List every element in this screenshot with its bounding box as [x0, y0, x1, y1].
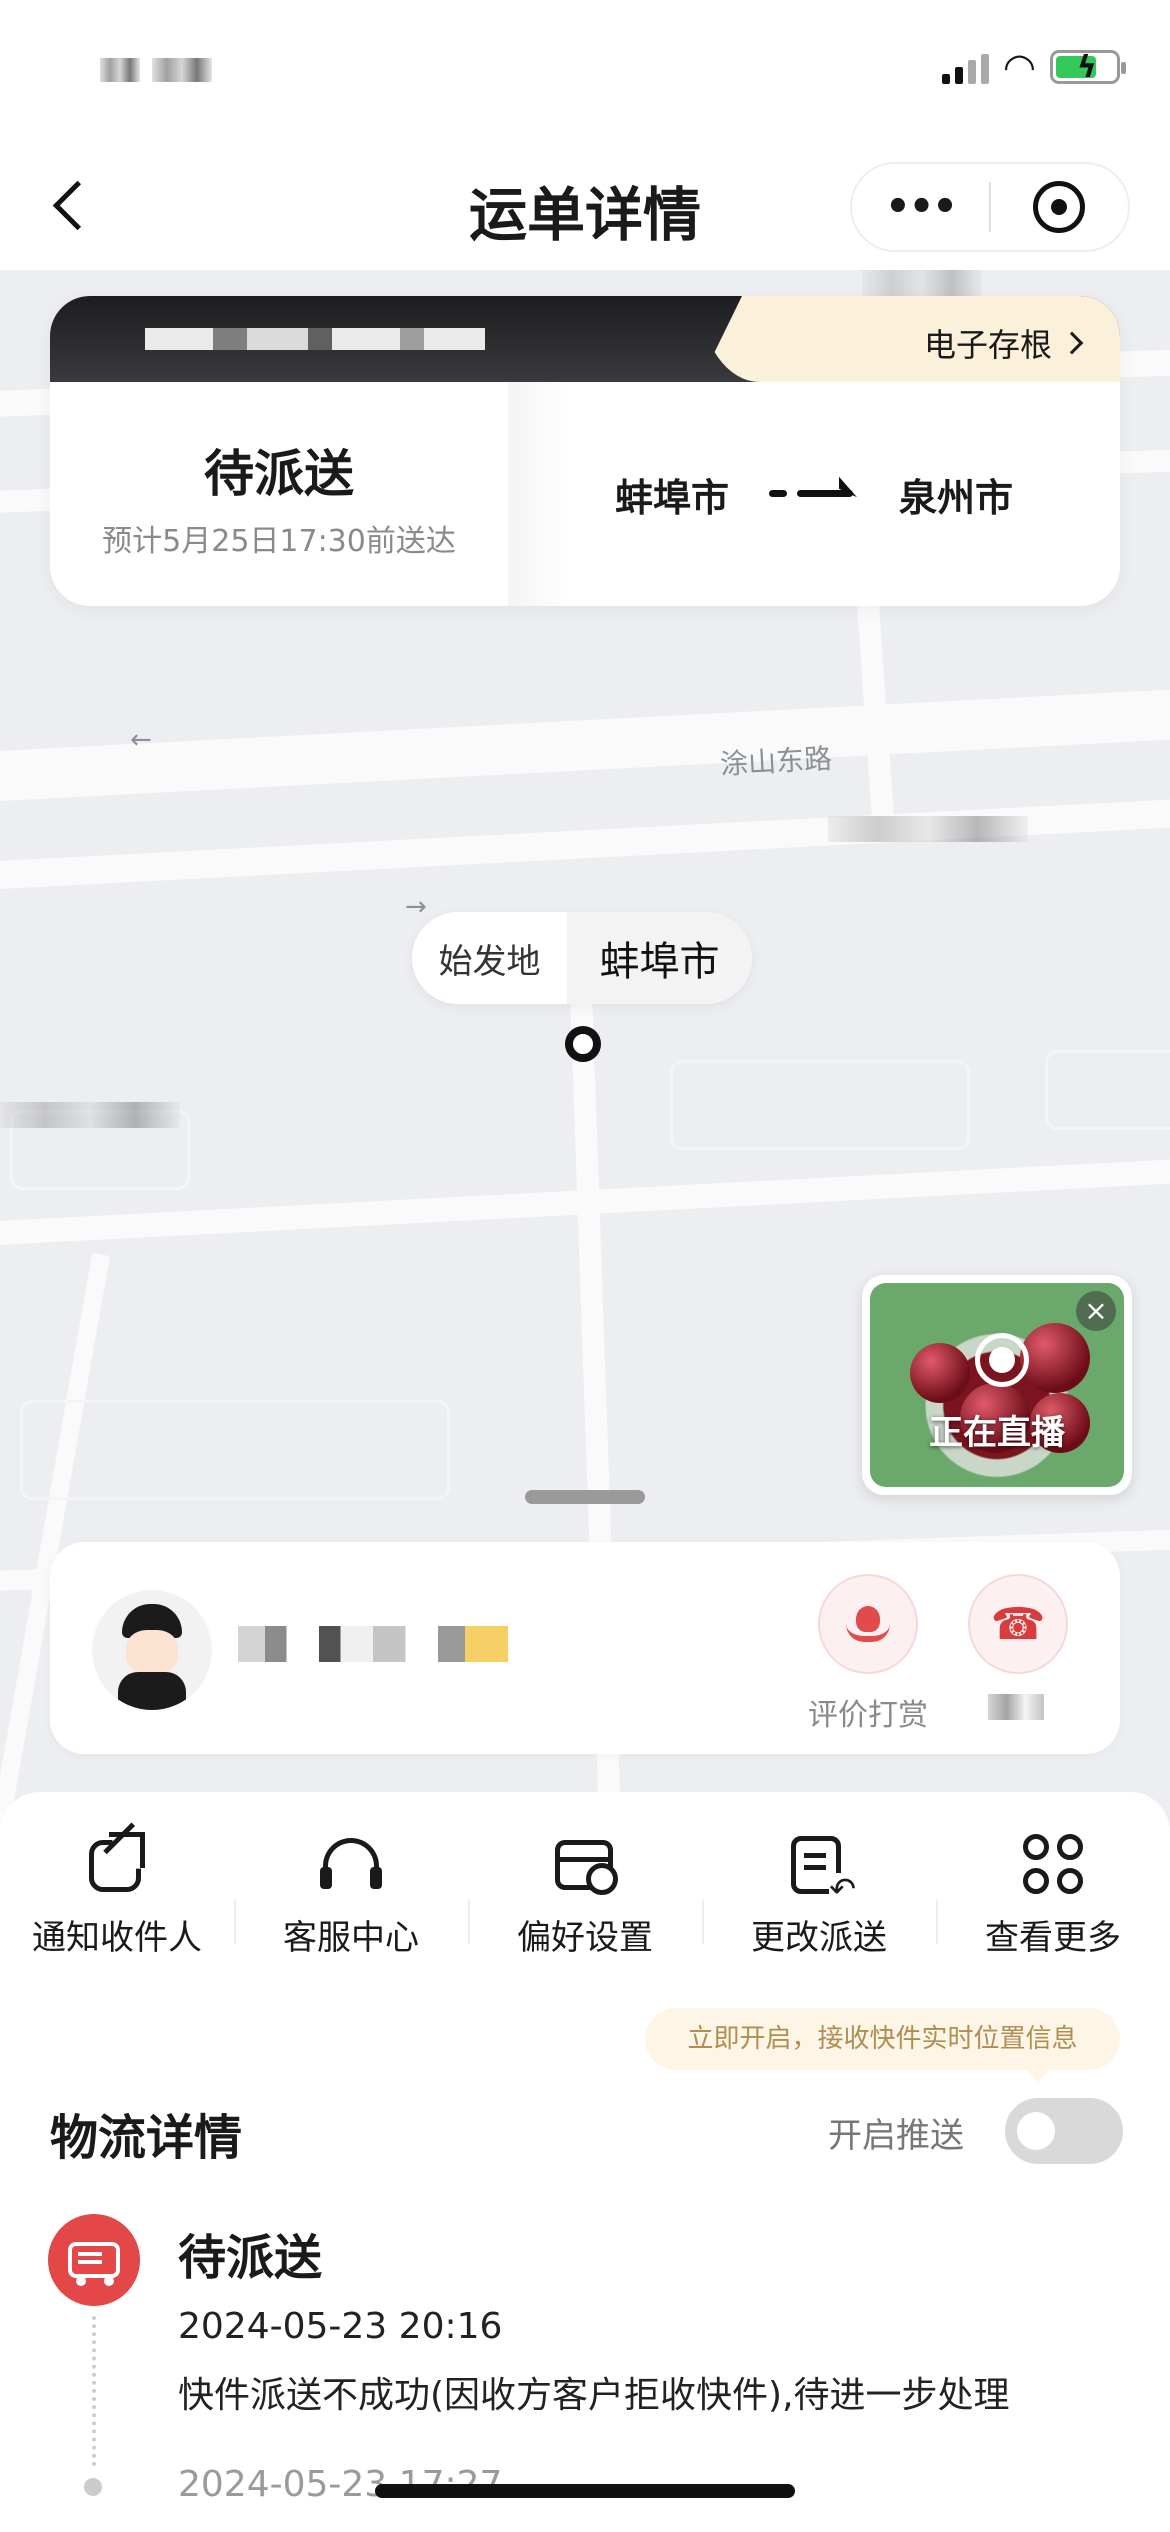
customer-service-button[interactable]: 客服中心: [234, 1792, 468, 1962]
to-city: 泉州市: [899, 475, 1014, 520]
close-icon[interactable]: ×: [1076, 1291, 1116, 1331]
carrier-redacted: [100, 50, 220, 90]
preference-card-icon: [553, 1832, 618, 1896]
delivery-status: 待派送 预计5月25日17:30前送达: [50, 382, 508, 606]
origin-marker-bubble[interactable]: 始发地 蚌埠市: [412, 912, 752, 1004]
status-text: 待派送: [204, 445, 354, 503]
phone-icon: ☎: [990, 1598, 1046, 1650]
origin-label: 始发地: [438, 941, 541, 982]
status-bar: ◠ ϟ: [0, 0, 1170, 140]
eta-text: 预计5月25日17:30前送达: [102, 524, 456, 559]
rate-tip-button[interactable]: [818, 1574, 918, 1674]
miniapp-capsule: •••: [850, 162, 1130, 252]
rate-tip-label: 评价打赏: [808, 1698, 928, 1733]
timeline-time: 2024-05-23 20:16: [178, 2306, 503, 2347]
waybill-number-redacted: [145, 328, 485, 350]
road-label: 涂山东路: [719, 742, 833, 781]
push-toggle[interactable]: [1005, 2098, 1123, 2164]
waybill-card: 电子存根 待派送 预计5月25日17:30前送达 蚌埠市 泉州市: [50, 296, 1120, 606]
timeline-dot: [84, 2478, 102, 2496]
share-icon: [85, 1822, 149, 1896]
live-thumbnail: 正在直播 ×: [870, 1283, 1124, 1487]
wifi-icon: ◠: [1002, 45, 1036, 89]
headset-icon: [319, 1832, 383, 1896]
change-delivery-button[interactable]: 更改派送: [702, 1792, 936, 1962]
call-courier-button[interactable]: ☎: [968, 1574, 1068, 1674]
more-button[interactable]: •••: [852, 184, 989, 230]
sheet-drag-handle[interactable]: [525, 1490, 645, 1504]
route-arrow-icon: [769, 476, 859, 498]
call-label-redacted: [988, 1694, 1044, 1720]
courier-avatar: [92, 1590, 212, 1710]
live-stream-card[interactable]: 正在直播 ×: [862, 1275, 1132, 1495]
change-delivery-icon: [787, 1832, 856, 1905]
push-label: 开启推送: [828, 2116, 964, 2156]
notify-recipient-button[interactable]: 通知收件人: [0, 1792, 234, 1962]
view-more-button[interactable]: 查看更多: [936, 1792, 1170, 1962]
courier-name-redacted: [238, 1626, 508, 1662]
route: 蚌埠市 泉州市: [508, 382, 1120, 606]
from-city: 蚌埠市: [614, 475, 729, 520]
nav-bar: 运单详情 •••: [0, 140, 1170, 270]
timeline-status: 待派送: [178, 2230, 323, 2286]
timeline-description: 快件派送不成功(因收方客户拒收快件),待进一步处理: [178, 2375, 1010, 2416]
push-tip-tooltip: 立即开启，接收快件实时位置信息: [645, 2008, 1120, 2082]
origin-pin-icon: [565, 1026, 601, 1062]
logistics-title: 物流详情: [50, 2110, 243, 2166]
live-icon: [975, 1333, 1029, 1387]
chevron-right-icon: [1060, 331, 1084, 355]
timeline-connector: [92, 2316, 96, 2466]
live-text: 正在直播: [929, 1413, 1065, 1453]
close-miniapp-button[interactable]: [991, 181, 1128, 233]
timeline-status-icon: [48, 2214, 140, 2306]
status-icons: ◠ ϟ: [941, 45, 1126, 89]
origin-city: 蚌埠市: [567, 912, 752, 1004]
grid-more-icon: [1021, 1832, 1085, 1896]
truck-icon: [68, 2242, 120, 2286]
courier-card: ☎ 评价打赏: [50, 1542, 1120, 1754]
battery-icon: ϟ: [1050, 50, 1126, 85]
electronic-stub-link[interactable]: 电子存根: [924, 320, 1084, 366]
preference-settings-button[interactable]: 偏好设置: [468, 1792, 702, 1962]
signal-icon: [941, 50, 989, 84]
action-bar: 通知收件人 客服中心 偏好设置 更改派送 查看更多: [0, 1792, 1170, 1962]
lotus-icon: [846, 1606, 890, 1642]
target-icon: [1033, 181, 1086, 233]
home-indicator[interactable]: [375, 2484, 795, 2498]
